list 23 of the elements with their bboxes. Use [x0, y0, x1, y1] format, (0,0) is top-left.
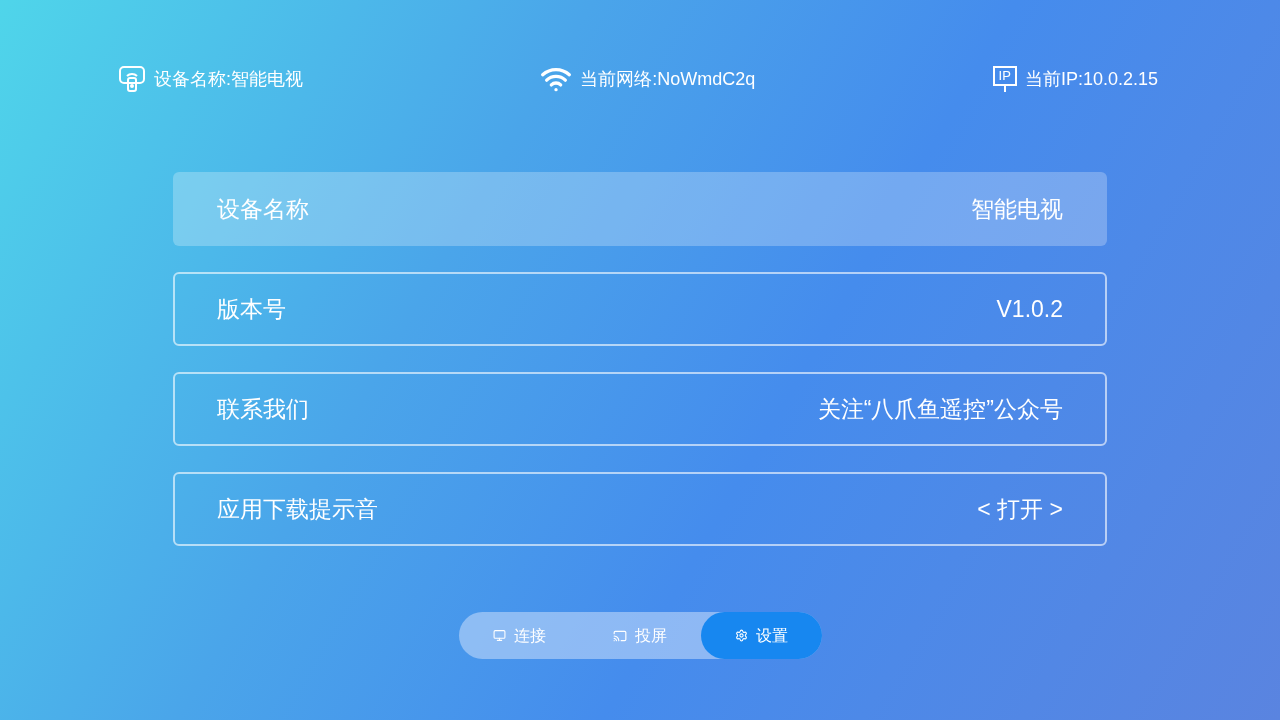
status-text: 当前IP:10.0.2.15 [1024, 67, 1158, 91]
settings-row[interactable]: 应用下载提示音 < 打开 > [173, 472, 1107, 546]
monitor-icon [492, 629, 506, 642]
settings-row[interactable]: 设备名称 智能电视 [173, 172, 1107, 246]
screen-cast-icon [613, 628, 627, 643]
status-text: 设备名称:智能电视 [154, 67, 303, 91]
nav-tab[interactable]: 连接 [458, 612, 580, 659]
setting-value: 关注“八爪鱼遥控”公众号 [817, 394, 1063, 424]
setting-value: < 打开 > [977, 494, 1063, 524]
nav-tab[interactable]: 设置 [700, 612, 822, 659]
setting-label: 版本号 [217, 294, 286, 324]
remote-device-icon [118, 65, 146, 93]
setting-value: V1.0.2 [996, 294, 1063, 324]
setting-value: 智能电视 [971, 194, 1063, 224]
setting-label: 联系我们 [217, 394, 309, 424]
status-text: 当前网络:NoWmdC2q [580, 67, 756, 91]
ip-icon: IP [992, 66, 1017, 86]
setting-label: 应用下载提示音 [217, 494, 378, 524]
nav-tab[interactable]: 投屏 [579, 612, 701, 659]
settings-icon [734, 629, 748, 642]
settings-row[interactable]: 联系我们 关注“八爪鱼遥控”公众号 [173, 372, 1107, 446]
setting-label: 设备名称 [217, 194, 309, 224]
settings-row[interactable]: 版本号 V1.0.2 [173, 272, 1107, 346]
